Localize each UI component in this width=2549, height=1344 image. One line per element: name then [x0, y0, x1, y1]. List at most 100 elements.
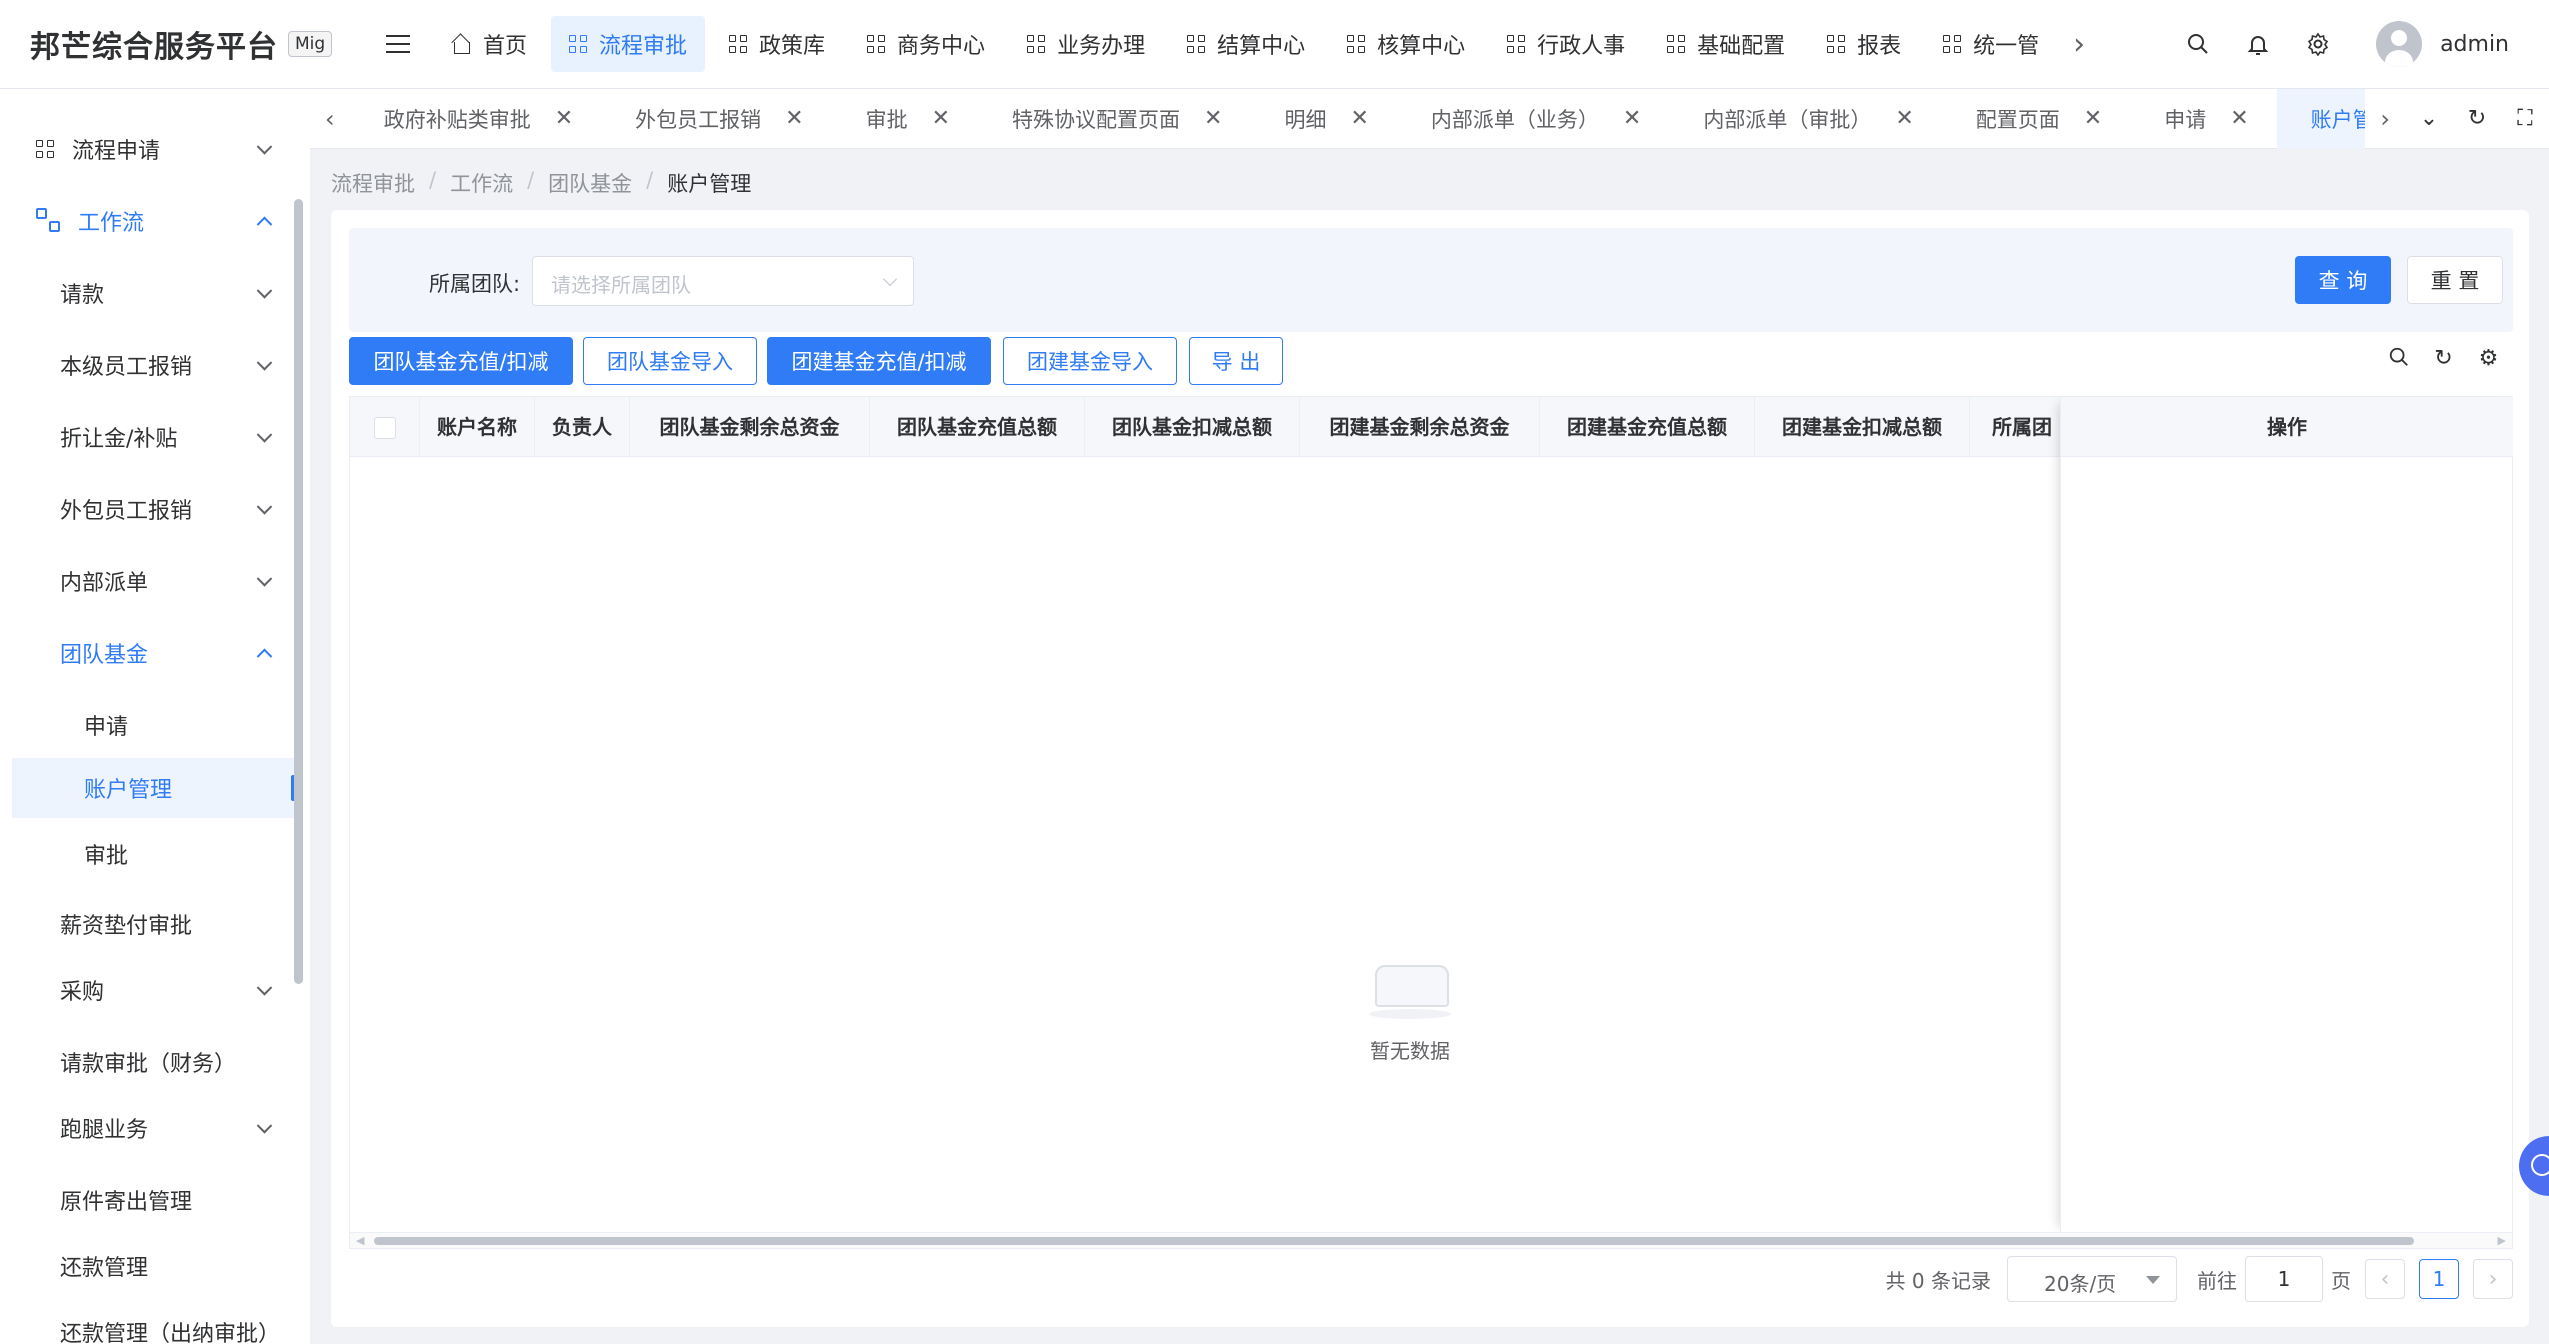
grid-icon — [1827, 35, 1846, 53]
team-select-placeholder: 请选择所属团队 — [551, 273, 691, 297]
export-button[interactable]: 导 出 — [1189, 337, 1283, 385]
sidebar-item-team-fund[interactable]: 团队基金 — [0, 623, 300, 683]
sidebar-item-workflow[interactable]: 工作流 — [0, 191, 300, 251]
tabs-scroll-left-icon[interactable]: ‹ — [310, 105, 350, 133]
tab-internal-dispatch-business[interactable]: 内部派单（业务） ✕ — [1397, 89, 1669, 149]
sidebar-item-account-management[interactable]: 账户管理 — [12, 758, 300, 818]
topnav-item-unified[interactable]: 统一管 — [1925, 16, 2057, 72]
column-header[interactable]: 团队基金扣减总额 — [1085, 397, 1300, 457]
tab-apply[interactable]: 申请 ✕ — [2130, 89, 2276, 149]
search-icon[interactable] — [2168, 14, 2228, 74]
close-icon[interactable]: ✕ — [1895, 106, 1913, 131]
column-header[interactable]: 负责人 — [535, 397, 630, 457]
sidebar-item-payment-approval-finance[interactable]: 请款审批（财务） — [0, 1032, 300, 1092]
select-all-cell — [350, 397, 420, 457]
sidebar-item-errand[interactable]: 跑腿业务 — [0, 1098, 300, 1158]
sidebar-item-payment-request[interactable]: 请款 — [0, 263, 300, 323]
sidebar-item-staff-reimbursement[interactable]: 本级员工报销 — [0, 335, 300, 395]
scroll-right-arrow-icon[interactable]: ▶ — [2498, 1233, 2506, 1249]
scrollbar-thumb[interactable] — [374, 1237, 2414, 1245]
topnav-item-service[interactable]: 业务办理 — [1009, 16, 1163, 72]
tab-label: 特殊协议配置页面 — [1012, 107, 1181, 132]
sidebar-item-salary-advance[interactable]: 薪资垫付审批 — [0, 894, 300, 954]
prev-page-button[interactable]: ‹ — [2365, 1259, 2405, 1299]
column-header[interactable]: 团建基金扣减总额 — [1755, 397, 1970, 457]
sidebar-item-original-mailing[interactable]: 原件寄出管理 — [0, 1170, 300, 1230]
gear-icon[interactable]: ⚙ — [2466, 346, 2511, 374]
horizontal-scrollbar[interactable]: ◀ ▶ — [350, 1232, 2512, 1248]
fullscreen-icon[interactable]: ⛶ — [2501, 106, 2549, 131]
breadcrumb-item[interactable]: 团队基金 — [548, 168, 632, 198]
gear-icon[interactable] — [2288, 14, 2348, 74]
tab-config-page[interactable]: 配置页面 ✕ — [1942, 89, 2130, 149]
team-fund-recharge-button[interactable]: 团队基金充值/扣减 — [349, 337, 573, 385]
column-header[interactable]: 团建基金充值总额 — [1540, 397, 1755, 457]
sidebar-item-apply[interactable]: 申请 — [0, 695, 300, 755]
sidebar-item-repayment[interactable]: 还款管理 — [0, 1236, 300, 1296]
column-header[interactable]: 所属团 — [1970, 397, 2070, 457]
sidebar-item-discount-subsidy[interactable]: 折让金/补贴 — [0, 407, 300, 467]
reset-button[interactable]: 重 置 — [2407, 256, 2503, 304]
topnav-item-reports[interactable]: 报表 — [1809, 16, 1919, 72]
topnav-item-admin-hr[interactable]: 行政人事 — [1489, 16, 1643, 72]
build-fund-recharge-button[interactable]: 团建基金充值/扣减 — [767, 337, 991, 385]
close-icon[interactable]: ✕ — [555, 106, 573, 131]
tab-gov-subsidy[interactable]: 政府补贴类审批 ✕ — [350, 89, 601, 149]
bell-icon[interactable] — [2228, 14, 2288, 74]
search-icon[interactable] — [2376, 346, 2421, 374]
sidebar-scrollbar[interactable] — [294, 199, 303, 984]
sidebar-item-internal-dispatch[interactable]: 内部派单 — [0, 551, 300, 611]
column-header[interactable]: 账户名称 — [420, 397, 535, 457]
breadcrumb-item[interactable]: 工作流 — [450, 168, 513, 198]
chevron-up-icon — [256, 216, 273, 233]
sidebar-item-purchase[interactable]: 采购 — [0, 960, 300, 1020]
chevron-down-icon — [256, 1118, 273, 1134]
refresh-icon[interactable]: ↻ — [2421, 346, 2466, 374]
close-icon[interactable]: ✕ — [2230, 106, 2248, 131]
topnav-item-base-config[interactable]: 基础配置 — [1649, 16, 1803, 72]
column-header[interactable]: 团队基金充值总额 — [870, 397, 1085, 457]
topnav-item-policy[interactable]: 政策库 — [711, 16, 843, 72]
column-header[interactable]: 团建基金剩余总资金 — [1300, 397, 1540, 457]
close-icon[interactable]: ✕ — [1204, 106, 1222, 131]
close-icon[interactable]: ✕ — [1623, 106, 1641, 131]
breadcrumb-item[interactable]: 流程审批 — [331, 168, 415, 198]
tab-detail[interactable]: 明细 ✕ — [1250, 89, 1396, 149]
menu-fold-icon[interactable] — [373, 19, 423, 69]
topnav-item-business[interactable]: 商务中心 — [849, 16, 1003, 72]
close-icon[interactable]: ✕ — [2084, 106, 2102, 131]
build-fund-import-button[interactable]: 团建基金导入 — [1003, 337, 1177, 385]
sidebar-item-repayment-cashier[interactable]: 还款管理（出纳审批） — [0, 1302, 300, 1344]
sidebar-item-approval[interactable]: 审批 — [0, 824, 300, 884]
query-button[interactable]: 查 询 — [2295, 256, 2391, 304]
tab-approval[interactable]: 审批 ✕ — [832, 89, 978, 149]
tab-internal-dispatch-approval[interactable]: 内部派单（审批） ✕ — [1669, 89, 1941, 149]
sidebar-item-process-apply[interactable]: 流程申请 — [0, 119, 300, 179]
tab-outsourced-reimbursement[interactable]: 外包员工报销 ✕ — [601, 89, 831, 149]
team-select[interactable]: 请选择所属团队 — [532, 256, 914, 306]
refresh-icon[interactable]: ↻ — [2453, 106, 2501, 131]
chevron-right-icon[interactable]: › — [2063, 27, 2095, 62]
next-page-button[interactable]: › — [2473, 1259, 2513, 1299]
sidebar-item-outsourced-reimbursement[interactable]: 外包员工报销 — [0, 479, 300, 539]
tab-account-management[interactable]: 账户管理✕ — [2276, 88, 2366, 149]
tabs-scroll-right-icon[interactable]: › — [2365, 105, 2405, 133]
topnav-item-process-approval[interactable]: 流程审批 — [551, 16, 706, 72]
select-all-checkbox[interactable] — [374, 417, 396, 439]
username[interactable]: admin — [2440, 32, 2509, 57]
tab-special-agreement[interactable]: 特殊协议配置页面 ✕ — [978, 89, 1250, 149]
page-size-select[interactable]: 20条/页 — [2007, 1256, 2177, 1302]
close-icon[interactable]: ✕ — [785, 106, 803, 131]
avatar[interactable] — [2376, 21, 2423, 67]
close-icon[interactable]: ✕ — [932, 106, 950, 131]
page-number-current[interactable]: 1 — [2419, 1259, 2459, 1299]
scroll-left-arrow-icon[interactable]: ◀ — [356, 1233, 364, 1249]
team-fund-import-button[interactable]: 团队基金导入 — [583, 337, 757, 385]
chevron-down-icon[interactable]: ⌄ — [2405, 106, 2453, 131]
column-header[interactable]: 团队基金剩余总资金 — [630, 397, 870, 457]
goto-page-input[interactable]: 1 — [2245, 1256, 2323, 1302]
topnav-item-accounting[interactable]: 核算中心 — [1329, 16, 1483, 72]
topnav-item-settlement[interactable]: 结算中心 — [1169, 16, 1323, 72]
close-icon[interactable]: ✕ — [1350, 106, 1368, 131]
topnav-item-home[interactable]: 首页 — [433, 16, 545, 72]
